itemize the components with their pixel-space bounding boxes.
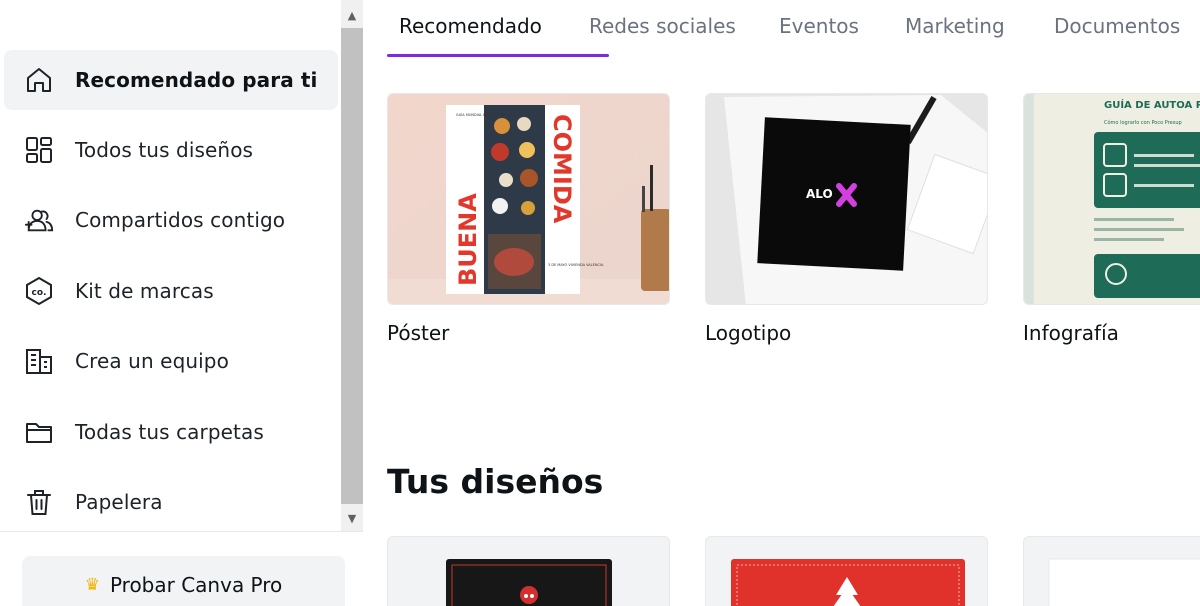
scroll-up-arrow-icon[interactable]: ▲: [341, 2, 363, 28]
logo-text: ALO: [806, 187, 833, 201]
sidebar-item-label: Todas tus carpetas: [75, 420, 264, 444]
sidebar-item-label: Kit de marcas: [75, 279, 214, 303]
template-card-label: Póster: [387, 321, 450, 345]
sidebar-item-label: Papelera: [75, 490, 163, 514]
grid-icon: [24, 135, 54, 165]
poster-thumbnail[interactable]: BUENA COMIDA GUÍA MUNDIAL DE LA COMIDA 2…: [387, 93, 670, 305]
sidebar-item-label: Crea un equipo: [75, 349, 229, 373]
design-thumbnail[interactable]: [387, 536, 670, 606]
infographic-subhead: Cómo lograrlo con Poco Presup: [1104, 119, 1182, 126]
building-icon: [24, 346, 54, 376]
sidebar-scrollbar-thumb[interactable]: [341, 28, 363, 504]
home-icon: [24, 65, 54, 95]
sidebar-item-label: Recomendado para ti: [75, 68, 318, 92]
svg-text:co.: co.: [32, 288, 47, 298]
your-designs-heading: Tus diseños: [387, 462, 604, 501]
tab-recommended[interactable]: Recomendado: [399, 14, 542, 38]
scroll-down-arrow-icon[interactable]: ▼: [341, 505, 363, 531]
sidebar-item-label: Compartidos contigo: [75, 208, 286, 232]
tab-marketing[interactable]: Marketing: [905, 14, 1005, 38]
sidebar-item-trash[interactable]: Papelera: [4, 472, 338, 532]
folder-icon: [24, 417, 54, 447]
crown-icon: ♛: [84, 575, 100, 595]
sidebar-item-recommended[interactable]: Recomendado para ti: [4, 50, 338, 110]
infographic-headline: GUÍA DE AUTOA PARA CHICAS SIN B: [1104, 98, 1200, 111]
design-thumbnail[interactable]: [705, 536, 988, 606]
brand-kit-icon: co.: [24, 276, 54, 306]
trash-icon: [24, 487, 54, 517]
sidebar-item-create-team[interactable]: Crea un equipo: [4, 331, 338, 391]
sidebar-item-brand-kit[interactable]: co. Kit de marcas: [4, 261, 338, 321]
poster-word-comida: COMIDA: [548, 114, 576, 224]
sidebar-item-folders[interactable]: Todas tus carpetas: [4, 402, 338, 462]
sidebar: Recomendado para ti Todos tus diseños Co…: [0, 0, 363, 606]
logo-thumbnail[interactable]: ALO: [705, 93, 988, 305]
template-card-label: Infografía: [1023, 321, 1119, 345]
try-canva-pro-button[interactable]: ♛ Probar Canva Pro: [22, 556, 345, 606]
shared-users-icon: [24, 205, 54, 235]
sidebar-divider: [0, 531, 363, 532]
poster-top-text: GUÍA MUNDIAL DE LA COMIDA 200: [456, 112, 517, 117]
active-tab-indicator: [387, 54, 609, 57]
tab-events[interactable]: Eventos: [779, 14, 859, 38]
tab-documents[interactable]: Documentos: [1054, 14, 1180, 38]
try-canva-pro-label: Probar Canva Pro: [109, 573, 283, 597]
tab-social-media[interactable]: Redes sociales: [589, 14, 736, 38]
sidebar-item-all-designs[interactable]: Todos tus diseños: [4, 120, 338, 180]
poster-word-buena: BUENA: [454, 193, 482, 286]
template-card-label: Logotipo: [705, 321, 792, 345]
category-tabs: Recomendado Redes sociales Eventos Marke…: [363, 0, 1200, 60]
sidebar-item-label: Todos tus diseños: [75, 138, 254, 162]
sidebar-item-shared[interactable]: Compartidos contigo: [4, 190, 338, 250]
poster-bottom-text: 3 DE MAYO VIVIENDA VALENCIA: [548, 263, 604, 267]
canva-home: Recomendado para ti Todos tus diseños Co…: [0, 0, 1200, 606]
infographic-thumbnail[interactable]: GUÍA DE AUTOA PARA CHICAS SIN B Cómo log…: [1023, 93, 1200, 305]
design-thumbnail[interactable]: [1023, 536, 1200, 606]
